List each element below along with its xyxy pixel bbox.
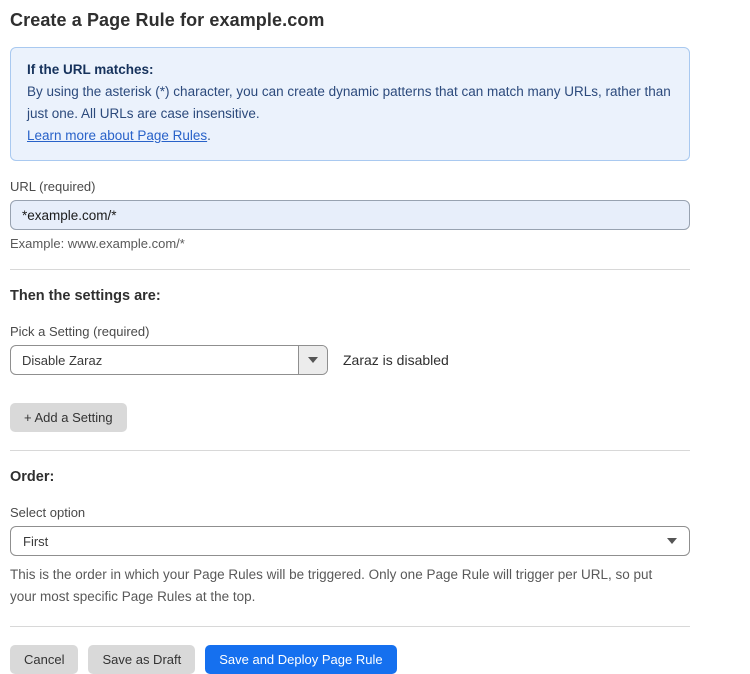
setting-select-arrow-button[interactable] bbox=[298, 346, 327, 374]
setting-status-text: Zaraz is disabled bbox=[343, 352, 449, 368]
settings-section-heading: Then the settings are: bbox=[10, 288, 690, 304]
url-field-label: URL (required) bbox=[10, 179, 690, 194]
link-suffix: . bbox=[207, 128, 211, 143]
setting-select[interactable]: Disable Zaraz bbox=[10, 345, 328, 375]
learn-more-link[interactable]: Learn more about Page Rules bbox=[27, 128, 207, 143]
setting-select-value: Disable Zaraz bbox=[11, 346, 298, 374]
order-section-heading: Order: bbox=[10, 469, 690, 485]
page-title: Create a Page Rule for example.com bbox=[10, 10, 690, 31]
url-input[interactable] bbox=[10, 200, 690, 230]
order-select[interactable]: First bbox=[10, 526, 690, 556]
order-help-text: This is the order in which your Page Rul… bbox=[10, 564, 682, 608]
order-select-label: Select option bbox=[10, 505, 690, 520]
add-setting-button[interactable]: + Add a Setting bbox=[10, 403, 127, 432]
order-select-value: First bbox=[23, 534, 48, 549]
info-box-heading: If the URL matches: bbox=[27, 59, 673, 81]
setting-picker-label: Pick a Setting (required) bbox=[10, 324, 690, 339]
chevron-down-icon bbox=[308, 357, 318, 363]
divider bbox=[10, 269, 690, 270]
create-page-rule-form: Create a Page Rule for example.com If th… bbox=[0, 0, 690, 674]
divider bbox=[10, 626, 690, 627]
chevron-down-icon bbox=[667, 538, 677, 544]
url-match-info-box: If the URL matches: By using the asteris… bbox=[10, 47, 690, 161]
info-box-body: By using the asterisk (*) character, you… bbox=[27, 81, 673, 125]
divider bbox=[10, 450, 690, 451]
url-example-text: Example: www.example.com/* bbox=[10, 236, 690, 251]
